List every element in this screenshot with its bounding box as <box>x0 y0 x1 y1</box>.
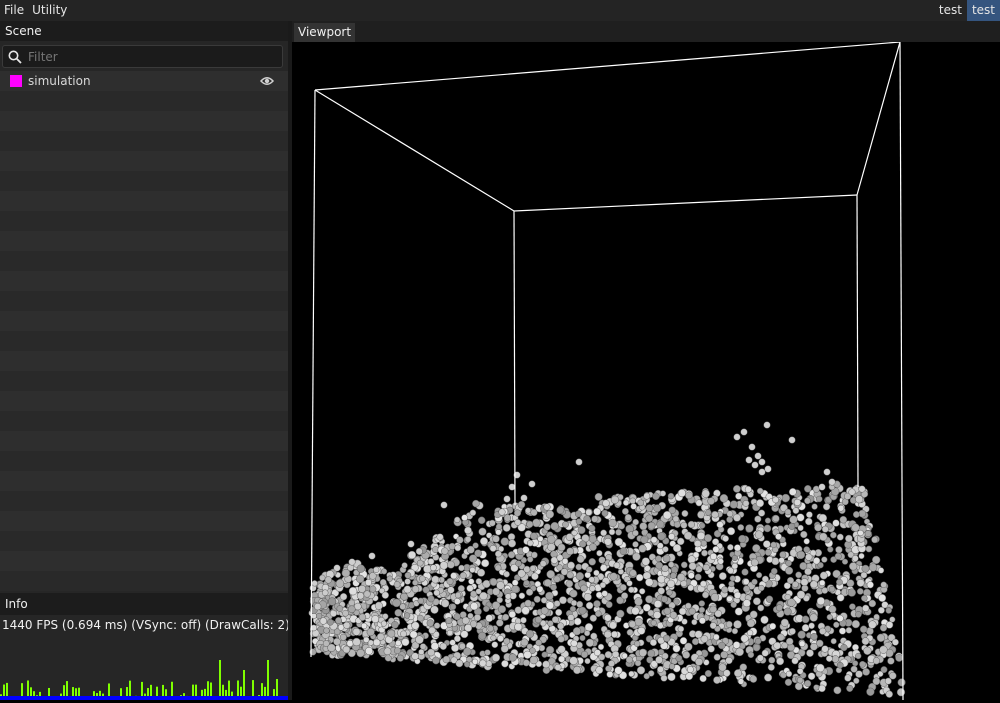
viewport-tab-bar: Viewport <box>292 21 1000 42</box>
scene-item-simulation[interactable]: simulation <box>0 71 288 91</box>
menu-test-item-active[interactable]: test <box>966 0 1000 21</box>
menu-right-group: test test <box>934 0 1000 21</box>
filter-input[interactable] <box>26 48 270 65</box>
search-icon <box>8 50 22 64</box>
info-panel-title: Info <box>0 593 288 615</box>
scene-item-label: simulation <box>28 74 91 88</box>
eye-icon[interactable] <box>260 75 274 87</box>
simulation-render[interactable] <box>292 41 1000 701</box>
color-swatch <box>10 75 22 87</box>
menu-test-item[interactable]: test <box>934 0 967 21</box>
filter-field[interactable] <box>2 45 283 68</box>
menu-bar: File Utility test test <box>0 0 1000 21</box>
scene-tree: simulation <box>0 71 288 591</box>
tab-viewport[interactable]: Viewport <box>294 23 356 42</box>
fps-readout: 1440 FPS (0.694 ms) (VSync: off) (DrawCa… <box>2 618 290 632</box>
menu-file[interactable]: File <box>0 0 28 21</box>
viewport-3d[interactable] <box>292 41 1000 701</box>
scene-panel: Scene simulation Info 1440 FPS (0.694 ms… <box>0 21 290 700</box>
frame-time-graph <box>0 660 288 700</box>
info-panel: Info 1440 FPS (0.694 ms) (VSync: off) (D… <box>0 593 290 700</box>
scene-panel-title: Scene <box>0 21 288 41</box>
menu-utility[interactable]: Utility <box>28 0 71 21</box>
particle-cloud <box>308 421 906 698</box>
